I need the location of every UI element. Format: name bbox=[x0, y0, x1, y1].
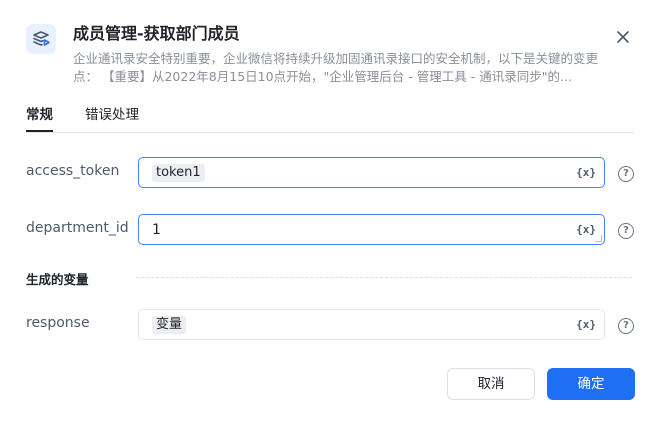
resize-handle[interactable] bbox=[595, 235, 602, 242]
variable-chip: 变量 bbox=[152, 316, 187, 334]
dialog: 成员管理-获取部门成员 企业通讯录安全特别重要，企业微信将持续升级加固通讯录接口… bbox=[0, 0, 660, 429]
variable-icon[interactable]: {x} bbox=[576, 317, 596, 333]
response-label: response bbox=[26, 315, 90, 331]
confirm-button[interactable]: 确定 bbox=[547, 368, 635, 400]
help-icon[interactable]: ? bbox=[618, 223, 634, 239]
help-icon[interactable]: ? bbox=[618, 166, 634, 182]
department-id-value: 1 bbox=[152, 222, 161, 238]
department-id-label: department_id bbox=[26, 220, 129, 236]
dialog-title: 成员管理-获取部门成员 bbox=[73, 24, 240, 43]
variable-chip: token1 bbox=[152, 164, 205, 182]
section-divider bbox=[136, 277, 632, 278]
variable-icon[interactable]: {x} bbox=[576, 165, 596, 181]
access-token-label: access_token bbox=[26, 163, 120, 179]
close-icon[interactable] bbox=[612, 26, 634, 48]
response-input[interactable]: 变量 {x} bbox=[138, 309, 605, 340]
layers-icon bbox=[26, 24, 56, 54]
output-section-title: 生成的变量 bbox=[26, 272, 89, 287]
tab-bar: 常规 错误处理 bbox=[26, 104, 634, 133]
dialog-description: 企业通讯录安全特别重要，企业微信将持续升级加固通讯录接口的安全机制，以下是关键的… bbox=[73, 51, 599, 84]
access-token-input[interactable]: token1 {x} bbox=[138, 157, 605, 188]
help-icon[interactable]: ? bbox=[618, 318, 634, 334]
variable-icon[interactable]: {x} bbox=[576, 222, 596, 238]
department-id-input[interactable]: 1 {x} bbox=[138, 214, 605, 245]
tab-general[interactable]: 常规 bbox=[26, 104, 53, 132]
tab-error-handling[interactable]: 错误处理 bbox=[85, 104, 139, 126]
cancel-button[interactable]: 取消 bbox=[447, 368, 535, 400]
